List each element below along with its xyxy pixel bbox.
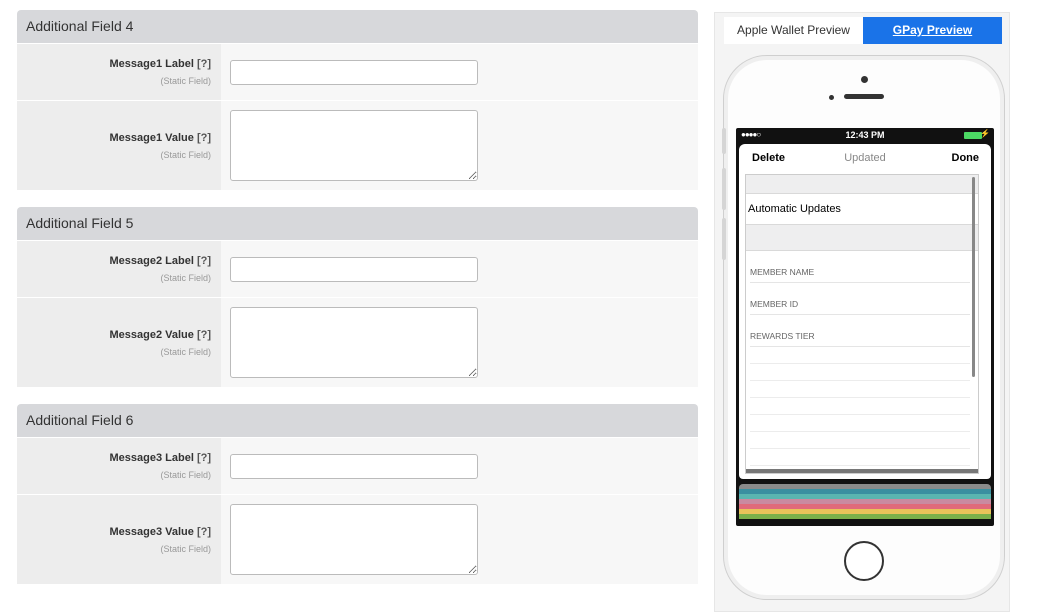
phone-mockup: ●●●●○ 12:43 PM ⚡ Delete Updated Done Aut…: [722, 55, 1005, 600]
message2-label-input[interactable]: [230, 256, 478, 282]
phone-volume-down: [722, 218, 726, 260]
field-subtext: (Static Field): [160, 543, 211, 554]
phone-screen: ●●●●○ 12:43 PM ⚡ Delete Updated Done Aut…: [736, 128, 994, 526]
section-title: Additional Field 4: [17, 10, 698, 43]
form-row-message3-label: Message3 Label [?] (Static Field): [17, 437, 698, 494]
wallet-card-stack: [739, 484, 991, 524]
preview-tabs: Apple Wallet Preview GPay Preview: [724, 17, 1002, 44]
form-row-message1-label: Message1 Label [?] (Static Field): [17, 43, 698, 100]
phone-volume-up: [722, 168, 726, 210]
section-title: Additional Field 6: [17, 404, 698, 437]
card-scrollbar[interactable]: [972, 177, 975, 377]
message2-value-textarea[interactable]: [230, 307, 478, 378]
field-subtext: (Static Field): [160, 470, 211, 480]
field-subtext: (Static Field): [160, 346, 211, 357]
help-link[interactable]: [?]: [197, 58, 211, 70]
message3-value-textarea[interactable]: [230, 504, 478, 575]
section-additional-field-6: Additional Field 6 Message3 Label [?] (S…: [17, 404, 698, 584]
done-button[interactable]: Done: [952, 152, 980, 164]
field-label: Message1 Label: [109, 58, 194, 70]
phone-camera: [861, 76, 868, 83]
message1-value-textarea[interactable]: [230, 110, 478, 181]
section-additional-field-5: Additional Field 5 Message2 Label [?] (S…: [17, 207, 698, 387]
form-row-message2-value: Message2 Value [?] (Static Field): [17, 297, 698, 387]
tab-apple-wallet-preview[interactable]: Apple Wallet Preview: [724, 17, 863, 44]
field-label: Message3 Value: [109, 525, 194, 538]
wallet-preview-panel: Apple Wallet Preview GPay Preview ●●●●○ …: [714, 12, 1010, 612]
field-subtext: (Static Field): [160, 149, 211, 160]
field-label: Message3 Label: [109, 452, 194, 464]
pass-detail-sheet: Delete Updated Done Automatic Updates ME…: [739, 144, 991, 479]
field-label: Message2 Value: [109, 328, 194, 341]
phone-speaker: [844, 94, 884, 99]
back-field-member-name: MEMBER NAME: [750, 251, 970, 283]
field-subtext: (Static Field): [160, 273, 211, 283]
status-bar: ●●●●○ 12:43 PM ⚡: [736, 128, 994, 142]
help-link[interactable]: [?]: [197, 526, 211, 538]
pass-back-card[interactable]: Automatic Updates MEMBER NAME MEMBER ID …: [745, 174, 979, 474]
field-label: Message1 Value: [109, 131, 194, 144]
message1-label-input[interactable]: [230, 59, 478, 85]
help-link[interactable]: [?]: [197, 452, 211, 464]
pass-navbar: Delete Updated Done: [739, 152, 991, 170]
section-title: Additional Field 5: [17, 207, 698, 240]
phone-sensor: [829, 95, 834, 100]
section-additional-field-4: Additional Field 4 Message1 Label [?] (S…: [17, 10, 698, 190]
status-time: 12:43 PM: [845, 130, 885, 140]
back-field-rewards-tier: REWARDS TIER: [750, 315, 970, 347]
phone-home-button: [844, 541, 884, 581]
form-row-message3-value: Message3 Value [?] (Static Field): [17, 494, 698, 584]
field-label: Message2 Label: [109, 255, 194, 267]
help-link[interactable]: [?]: [197, 132, 211, 144]
form-row-message1-value: Message1 Value [?] (Static Field): [17, 100, 698, 190]
message3-label-input[interactable]: [230, 453, 478, 479]
form-row-message2-label: Message2 Label [?] (Static Field): [17, 240, 698, 297]
field-subtext: (Static Field): [160, 76, 211, 86]
tab-gpay-preview[interactable]: GPay Preview: [863, 17, 1002, 44]
help-link[interactable]: [?]: [197, 329, 211, 341]
help-link[interactable]: [?]: [197, 255, 211, 267]
charging-icon: ⚡: [980, 129, 990, 138]
automatic-updates-row[interactable]: Automatic Updates: [746, 194, 978, 224]
phone-mute-switch: [722, 128, 726, 154]
back-field-member-id: MEMBER ID: [750, 283, 970, 315]
